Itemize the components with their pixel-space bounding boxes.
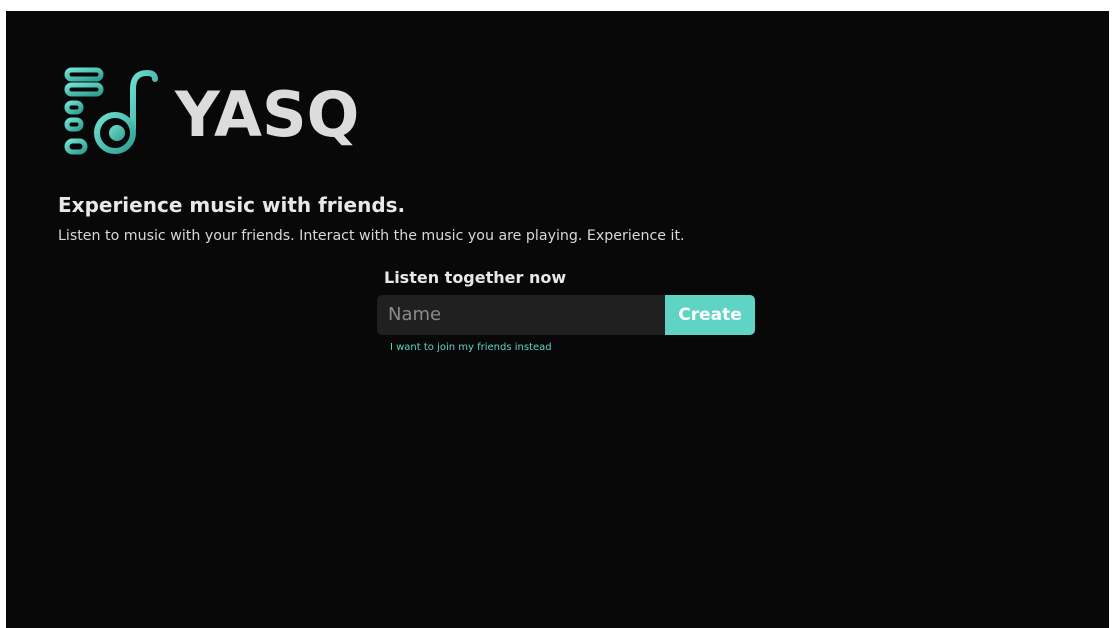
form-heading: Listen together now [384, 268, 567, 287]
create-button[interactable]: Create [665, 294, 755, 335]
create-row: Create [377, 294, 755, 335]
hero-subtitle: Listen to music with your friends. Inter… [58, 228, 685, 244]
name-input[interactable] [377, 294, 665, 335]
join-friends-link[interactable]: I want to join my friends instead [390, 342, 552, 353]
brand-name: YASQ [175, 78, 360, 151]
hero-title: Experience music with friends. [58, 193, 406, 217]
brand-header: YASQ [63, 67, 359, 163]
music-note-logo-icon [64, 67, 158, 155]
listen-together-form: Listen together now Create I want to joi… [377, 268, 757, 354]
app-viewport: YASQ Experience music with friends. List… [6, 11, 1109, 628]
